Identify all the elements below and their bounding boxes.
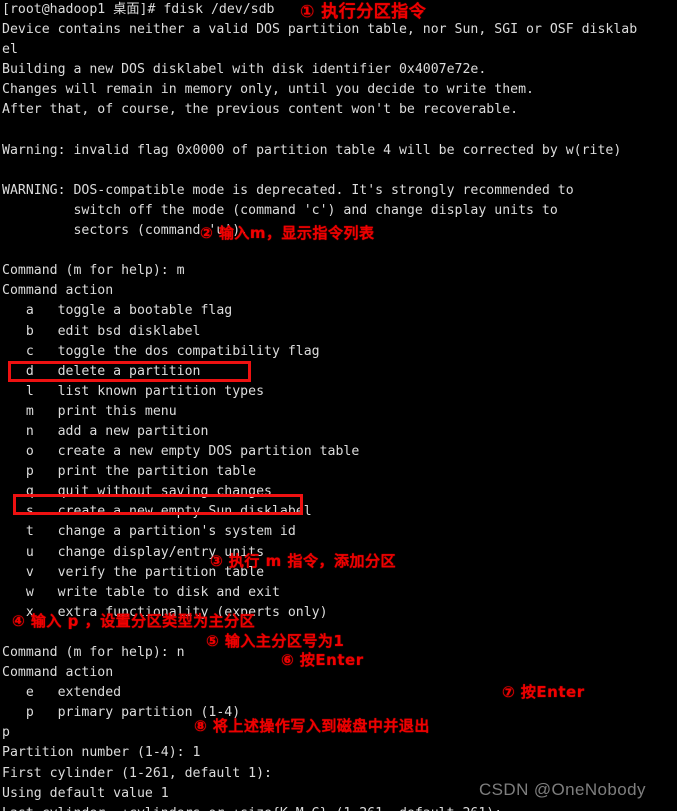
terminal-line: l list known partition types: [2, 383, 265, 399]
terminal-line: Command action: [2, 283, 114, 299]
terminal-line: After that, of course, the previous cont…: [2, 102, 519, 118]
terminal-line: Last cylinder, +cylinders or +size{K,M,G…: [2, 804, 677, 811]
terminal-line: WARNING: DOS-compatible mode is deprecat…: [2, 182, 574, 198]
highlight-add-partition: [8, 361, 251, 382]
terminal-line: Device contains neither a valid DOS part…: [2, 22, 638, 38]
terminal-line: m print this menu: [2, 403, 177, 419]
terminal-line: o create a new empty DOS partition table: [2, 444, 360, 460]
terminal-line: Command (m for help): m: [2, 263, 185, 279]
highlight-write-table: [13, 494, 303, 515]
anno-6: ⑥ 按Enter: [281, 651, 364, 669]
terminal-line: n add a new partition: [2, 423, 209, 439]
anno-8: ⑧ 将上述操作写入到磁盘中并退出: [194, 717, 430, 735]
terminal-line: w write table to disk and exit: [2, 584, 280, 600]
terminal-line: b edit bsd disklabel: [2, 323, 201, 339]
terminal-line: switch off the mode (command 'c') and ch…: [2, 202, 558, 218]
terminal-line: a toggle a bootable flag: [2, 303, 233, 319]
terminal-line: Building a new DOS disklabel with disk i…: [2, 62, 487, 78]
terminal-line: t change a partition's system id: [2, 524, 296, 540]
terminal-window: [root@hadoop1 桌面]# fdisk /dev/sdb Device …: [0, 0, 677, 811]
anno-7: ⑦ 按Enter: [502, 683, 585, 701]
anno-5: ⑤ 输入主分区号为1: [206, 632, 345, 650]
anno-2: ② 输入m，显示指令列表: [200, 224, 375, 242]
terminal-line: Warning: invalid flag 0x0000 of partitio…: [2, 142, 622, 158]
anno-1: ① 执行分区指令: [300, 2, 427, 22]
csdn-watermark: CSDN @OneNobody: [479, 780, 646, 799]
terminal-line: Partition number (1-4): 1: [2, 745, 201, 761]
anno-4: ④ 输入 p ，设置分区类型为主分区: [12, 612, 256, 630]
anno-3: ③ 执行 m 指令，添加分区: [210, 552, 396, 570]
terminal-line: c toggle the dos compatibility flag: [2, 343, 320, 359]
terminal-line: el: [2, 42, 18, 58]
terminal-line: p print the partition table: [2, 464, 257, 480]
terminal-line: Changes will remain in memory only, unti…: [2, 82, 534, 98]
